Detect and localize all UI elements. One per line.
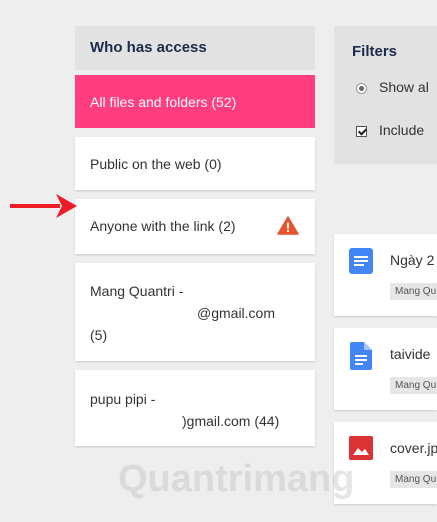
access-item-email: @gmail.com: [197, 305, 276, 321]
access-item-count: (5): [90, 327, 108, 343]
checkbox[interactable]: [356, 125, 367, 137]
access-item-pupu-pipi[interactable]: pupu pipi - )gmail.com (44): [75, 370, 315, 446]
red-arrow-icon: [10, 193, 78, 224]
access-item-mang-quantri[interactable]: Mang Quantri - @gmail.com (5): [75, 263, 315, 361]
access-item-email-count: )gmail.com (44): [182, 413, 280, 429]
file-owner-badge: Mang Qu: [390, 283, 437, 300]
access-item-anyone-with-link[interactable]: Anyone with the link (2): [75, 199, 315, 254]
file-card[interactable]: taivide Mang Qu: [334, 328, 437, 410]
access-item-label: Anyone with the link (2): [90, 218, 236, 234]
access-item-name: pupu pipi -: [90, 391, 156, 407]
who-has-access-header: Who has access: [75, 26, 315, 70]
google-doc-icon: [349, 248, 373, 279]
filter-include[interactable]: Include: [356, 122, 424, 138]
who-has-access-panel: Who has access: [75, 26, 315, 70]
access-item-name: Mang Quantri -: [90, 283, 184, 299]
watermark: Quantrimang: [118, 458, 355, 500]
file-name: cover.jp: [390, 440, 437, 456]
warning-icon: [277, 216, 299, 238]
filter-show-all[interactable]: Show al: [356, 79, 429, 95]
filter-show-label: Show al: [379, 79, 429, 95]
file-name: Ngày 2: [390, 252, 435, 268]
filters-panel: Filters: [334, 26, 437, 164]
file-name: taivide: [390, 346, 431, 362]
google-doc-file-icon: [350, 342, 372, 375]
access-item-all-files[interactable]: All files and folders (52): [75, 75, 315, 128]
access-item-label: All files and folders (52): [90, 94, 237, 110]
access-item-label: Public on the web (0): [90, 156, 222, 172]
file-owner-badge: Mang Qu: [390, 377, 437, 394]
filter-include-label: Include: [379, 122, 425, 138]
file-owner-badge: Mang Qu: [390, 471, 437, 488]
access-item-public-web[interactable]: Public on the web (0): [75, 137, 315, 190]
file-card[interactable]: Ngày 2 Mang Qu: [334, 234, 437, 316]
filters-title: Filters: [352, 43, 398, 60]
radio-button[interactable]: [356, 82, 367, 94]
